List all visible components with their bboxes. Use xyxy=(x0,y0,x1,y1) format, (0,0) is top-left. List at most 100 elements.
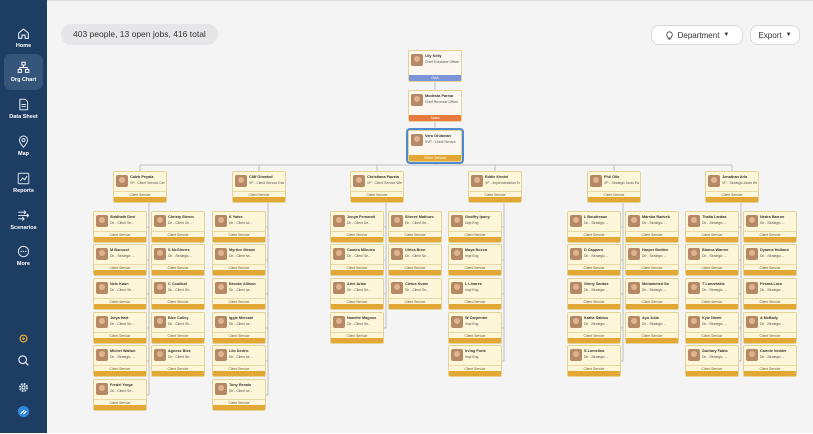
department-color-bar xyxy=(568,304,620,309)
employee-name: Junya Fernandi xyxy=(347,215,376,219)
direct-report-card[interactable]: Nedra Barron Dir - Strategic ... Client Se… xyxy=(743,211,797,243)
direct-report-card[interactable]: Irving Forte Impl Eng Client Service xyxy=(448,345,502,377)
direct-report-card[interactable]: L Boudreaux Dir - Strategic ... Client Ser… xyxy=(567,211,621,243)
selected-employee-card[interactable]: Vera Grubman SVP - Client Service Client S… xyxy=(408,130,462,162)
direct-report-card[interactable]: Kyle Niemi Dir - Strategic ... Client Serv… xyxy=(685,312,739,344)
employee-title: Impl Eng xyxy=(465,254,479,258)
direct-report-card[interactable]: Bianca Warner Dir - Strategic ... Client S… xyxy=(685,244,739,276)
direct-report-card[interactable]: Ayo Julia Dir - Strategic ... Client Servi… xyxy=(625,312,679,344)
employee-photo xyxy=(333,316,345,328)
nav-org-chart[interactable]: Org Chart xyxy=(4,54,43,90)
employee-photo xyxy=(154,349,166,361)
direct-report-card[interactable]: Zachary Fabio Dir - Strategic ... Client S… xyxy=(685,345,739,377)
direct-report-card[interactable]: Julya Hart Dir - Client Se... Client Servi… xyxy=(93,312,147,344)
direct-report-card[interactable]: Michel Walton Dir - Strategic ... Client S… xyxy=(93,345,147,377)
direct-report-card[interactable]: L Linares Impl Eng Client Service xyxy=(448,278,502,310)
nav-map[interactable]: Map xyxy=(4,128,43,164)
executive-card[interactable]: Modesta Parma Chief Revenue Officer Sales xyxy=(408,90,462,122)
direct-report-card[interactable]: Junya Fernandi Dir - Client Se... Client S… xyxy=(330,211,384,243)
nav-home[interactable]: Home xyxy=(4,20,43,56)
direct-report-card[interactable]: Ulrica Bren Dir - Client Se... Client Serv… xyxy=(388,244,442,276)
nav-scenarios[interactable]: Scenarios xyxy=(4,202,43,238)
employee-name: Irving Forte xyxy=(465,349,486,353)
lightbulb-button[interactable] xyxy=(15,330,31,346)
direct-report-card[interactable]: Ginny Santos Dir - Strategic ... Client Se… xyxy=(567,278,621,310)
direct-report-card[interactable]: Harper Bottine Dir - Strategic ... Client … xyxy=(625,244,679,276)
employee-name: K Yates xyxy=(229,215,243,219)
direct-report-card[interactable]: Christy Stenm Dir - Client Se... Client Se… xyxy=(151,211,205,243)
direct-report-card[interactable]: Thalia Lardas Dir - Strategic ... Client S… xyxy=(685,211,739,243)
department-color-bar xyxy=(686,338,738,343)
employee-name: Christy Stenm xyxy=(168,215,194,219)
nav-data-sheet-label: Data Sheet xyxy=(9,114,38,120)
direct-report-card[interactable]: Cletus Kume Dir - Client Se... Client Serv… xyxy=(388,278,442,310)
direct-report-card[interactable]: K Yates Dir - Client se... Client Service xyxy=(212,211,266,243)
direct-report-card[interactable]: Sheree Mathuro Dir - Client Se... Client S… xyxy=(388,211,442,243)
direct-report-card[interactable]: Pesara Lora Dir - Strategic ... Client Ser… xyxy=(743,278,797,310)
employee-title: Dir - Strategic ... xyxy=(702,221,727,225)
direct-report-card[interactable]: A McBaily Dir - Strategic ... Client Servi… xyxy=(743,312,797,344)
direct-report-card[interactable]: Lilo Dedric Dir - Client se... Client Serv… xyxy=(212,345,266,377)
direct-report-card[interactable]: Agnese Bice Dir - Client Se... Client Serv… xyxy=(151,345,205,377)
settings-button[interactable] xyxy=(15,379,31,395)
vp-card[interactable]: Cliff Olmsted VP - Client Service East Cli… xyxy=(232,171,286,203)
nav-data-sheet[interactable]: Data Sheet xyxy=(4,91,43,127)
direct-report-card[interactable]: Siddhath Devi Dir - Client Se... Client Se… xyxy=(93,211,147,243)
user-avatar-button[interactable] xyxy=(15,403,31,419)
employee-title: Dir - Strategic ... xyxy=(760,254,785,258)
search-button[interactable] xyxy=(15,352,31,368)
employee-title: Dir - Strategic ... xyxy=(584,254,609,258)
employee-name: Kyle Niemi xyxy=(702,316,722,320)
direct-report-card[interactable]: Nanette Magnus Dir - Client Se... Client S… xyxy=(330,312,384,344)
employee-photo xyxy=(746,282,758,294)
direct-report-card[interactable]: Brooke Allison Dir - Client se... Client S… xyxy=(212,278,266,310)
direct-report-card[interactable]: Camira Mikulsn Dir - Client Se... Client S… xyxy=(330,244,384,276)
department-color-bar xyxy=(152,338,204,343)
direct-report-card[interactable]: Katha Saldos Dir - Strategic ... Client Se… xyxy=(567,312,621,344)
department-color-bar xyxy=(94,304,146,309)
employee-title: Dir - Client se... xyxy=(229,288,253,292)
vp-card[interactable]: Phil Ollo VP - Strategic Accts East Client… xyxy=(587,171,641,203)
direct-report-card[interactable]: T Lanzetakis Dir - Strategic ... Client Se… xyxy=(685,278,739,310)
employee-photo xyxy=(688,248,700,260)
nav-more[interactable]: More xyxy=(4,238,43,274)
employee-title: Dir - Client Se... xyxy=(168,322,192,326)
direct-report-card[interactable]: Ariel Arlan Dir - Client Se... Client Serv… xyxy=(330,278,384,310)
vp-card[interactable]: Christiana Fausta VP - Client Service Wes… xyxy=(350,171,404,203)
direct-report-card[interactable]: Iggie Mercani Dir - Client se... Client Se… xyxy=(212,312,266,344)
direct-report-card[interactable]: Dyanne Holland Dir - Strategic ... Client … xyxy=(743,244,797,276)
direct-report-card[interactable]: Connie Vedder Dir - Strategic ... Client S… xyxy=(743,345,797,377)
vp-card[interactable]: Eddie Kimini VP - Implementation Eng Clien… xyxy=(468,171,522,203)
direct-report-card[interactable]: M Bonucci Dir - Strategic ... Client Servi… xyxy=(93,244,147,276)
department-color-bar xyxy=(744,270,796,275)
direct-report-card[interactable]: C Coulibal Dir - Client Se... Client Servi… xyxy=(151,278,205,310)
org-chart-canvas[interactable]: 403 people, 13 open jobs, 416 total Depa… xyxy=(47,0,813,433)
vp-card[interactable]: Caleb Peyala VP - Client Service Cen... Cl… xyxy=(113,171,167,203)
direct-report-card[interactable]: Tony Rexalo Dir - Client se... Client Serv… xyxy=(212,379,266,411)
employee-name: Michel Walton xyxy=(110,349,136,353)
direct-report-card[interactable]: D Capparo Dir - Strategic ... Client Servi… xyxy=(567,244,621,276)
nav-reports[interactable]: Reports xyxy=(4,165,43,201)
direct-report-card[interactable]: Nels Kaun Dir - Client Se... Client Servic… xyxy=(93,278,147,310)
employee-title: Dir - Strategic ... xyxy=(702,254,727,258)
direct-report-card[interactable]: S Lomelino Dir - Strategic ... Client Serv… xyxy=(567,345,621,377)
employee-name: Myrtice Meane xyxy=(229,248,256,252)
department-color-bar xyxy=(686,270,738,275)
direct-report-card[interactable]: Myrtice Meane Dir - Client se... Client Se… xyxy=(212,244,266,276)
direct-report-card[interactable]: W Carpenter Impl Eng Client Service xyxy=(448,312,502,344)
direct-report-card[interactable]: Marsha Radvck Dir - Strategic ... Client S… xyxy=(625,211,679,243)
direct-report-card[interactable]: S McGinnes Dir - Strategic ... Client Serv… xyxy=(151,244,205,276)
department-color-bar xyxy=(686,371,738,376)
direct-report-card[interactable]: Bice Colley Dir - Client Se... Client Serv… xyxy=(151,312,205,344)
direct-report-card[interactable]: Geoffry Ipony Impl Eng Client Service xyxy=(448,211,502,243)
direct-report-card[interactable]: Fredel Yorge Dir - Client Se... Client Ser… xyxy=(93,379,147,411)
department-color-bar xyxy=(626,304,678,309)
department-color-bar xyxy=(94,405,146,410)
nav-org-chart-label: Org Chart xyxy=(10,77,37,83)
direct-report-card[interactable]: Maya Rocca Impl Eng Client Service xyxy=(448,244,502,276)
department-color-bar xyxy=(744,304,796,309)
direct-report-card[interactable]: Mohammed Sa Dir - Strategic ... Client Ser… xyxy=(625,278,679,310)
gear-icon xyxy=(18,382,28,392)
vp-card[interactable]: Jonathan Arla VP - Strategic Accts West Cl… xyxy=(705,171,759,203)
executive-card[interactable]: Lily Kelly Chief Executive Officer G&A xyxy=(408,50,462,82)
